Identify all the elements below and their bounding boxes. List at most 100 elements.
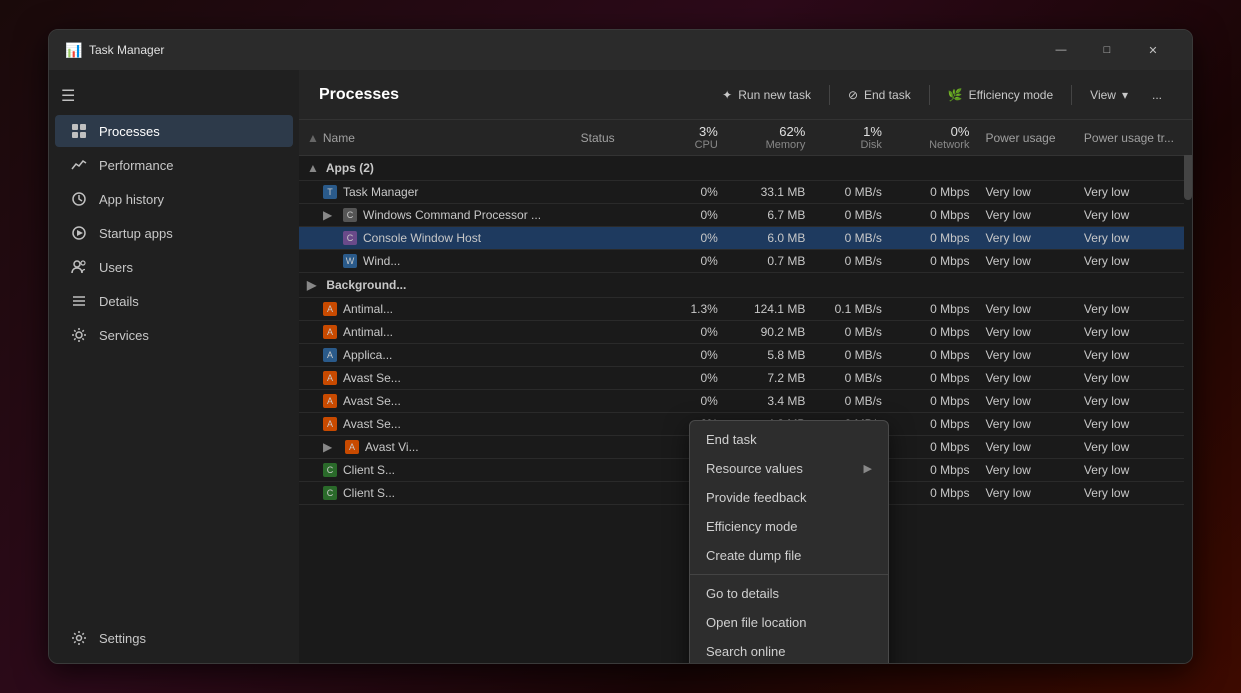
table-row[interactable]: A Antimal... 0% 90.2 MB 0 MB/s 0 Mbps Ve… bbox=[299, 321, 1192, 344]
ctx-efficiency-mode[interactable]: Efficiency mode bbox=[690, 512, 888, 541]
toolbar-separator bbox=[829, 85, 830, 105]
view-button[interactable]: View ▾ bbox=[1080, 83, 1138, 107]
process-icon: C bbox=[343, 231, 357, 245]
toolbar: Processes ✦ Run new task ⊘ End task 🌿 Ef… bbox=[299, 70, 1192, 120]
ctx-resource-values[interactable]: Resource values ▶ bbox=[690, 454, 888, 483]
sidebar-item-startup-apps[interactable]: Startup apps bbox=[55, 217, 293, 249]
expand-icon[interactable]: ▶ bbox=[323, 208, 335, 222]
scrollbar-track bbox=[1184, 120, 1192, 663]
sidebar-item-label: Processes bbox=[99, 124, 160, 139]
minimize-button[interactable]: — bbox=[1038, 34, 1084, 66]
process-icon: C bbox=[343, 208, 357, 222]
process-icon: A bbox=[323, 394, 337, 408]
process-icon: C bbox=[323, 486, 337, 500]
window-title: Task Manager bbox=[89, 43, 1038, 57]
settings-icon bbox=[71, 630, 87, 646]
ctx-search-online[interactable]: Search online bbox=[690, 637, 888, 663]
process-name-cell: T Task Manager bbox=[299, 181, 573, 204]
sidebar-item-label: Details bbox=[99, 294, 139, 309]
processes-icon bbox=[71, 123, 87, 139]
col-disk-header[interactable]: 1% Disk bbox=[813, 120, 890, 156]
process-icon: A bbox=[323, 417, 337, 431]
process-icon: A bbox=[323, 371, 337, 385]
apps-group-header: ▲ Apps (2) bbox=[299, 156, 1192, 181]
sidebar-item-label: App history bbox=[99, 192, 164, 207]
table-header: ▲ Name Status 3% CPU bbox=[299, 120, 1192, 156]
end-task-button[interactable]: ⊘ End task bbox=[838, 83, 921, 107]
page-title: Processes bbox=[319, 86, 708, 104]
efficiency-icon: 🌿 bbox=[948, 88, 963, 102]
sidebar-item-users[interactable]: Users bbox=[55, 251, 293, 283]
process-icon: A bbox=[323, 302, 337, 316]
toolbar-separator-2 bbox=[929, 85, 930, 105]
task-manager-window: 📊 Task Manager — □ ✕ ☰ Processes bbox=[48, 29, 1193, 664]
main-content: ☰ Processes Performance App history bbox=[49, 70, 1192, 663]
table-row[interactable]: A Applica... 0% 5.8 MB 0 MB/s 0 Mbps Ver… bbox=[299, 344, 1192, 367]
process-icon: T bbox=[323, 185, 337, 199]
process-icon: W bbox=[343, 254, 357, 268]
sidebar-item-services[interactable]: Services bbox=[55, 319, 293, 351]
background-group-header: ▶ Background... bbox=[299, 273, 1192, 298]
run-new-task-button[interactable]: ✦ Run new task bbox=[712, 83, 821, 107]
sidebar-item-performance[interactable]: Performance bbox=[55, 149, 293, 181]
services-icon bbox=[71, 327, 87, 343]
table-row[interactable]: A Avast Se... 0% 3.4 MB 0 MB/s 0 Mbps Ve… bbox=[299, 390, 1192, 413]
ctx-go-to-details[interactable]: Go to details bbox=[690, 579, 888, 608]
apps-expand-button[interactable]: ▲ bbox=[307, 161, 319, 175]
performance-icon bbox=[71, 157, 87, 173]
users-icon bbox=[71, 259, 87, 275]
table-row[interactable]: A Antimal... 1.3% 124.1 MB 0.1 MB/s 0 Mb… bbox=[299, 298, 1192, 321]
titlebar-controls: — □ ✕ bbox=[1038, 34, 1176, 66]
table-row[interactable]: ▶ C Windows Command Processor ... 0% 6.7… bbox=[299, 204, 1192, 227]
col-memory-header[interactable]: 62% Memory bbox=[726, 120, 814, 156]
ctx-open-file-location[interactable]: Open file location bbox=[690, 608, 888, 637]
titlebar: 📊 Task Manager — □ ✕ bbox=[49, 30, 1192, 70]
table-row[interactable]: A Avast Se... 0% 7.2 MB 0 MB/s 0 Mbps Ve… bbox=[299, 367, 1192, 390]
view-chevron-icon: ▾ bbox=[1122, 88, 1128, 102]
submenu-arrow-icon: ▶ bbox=[864, 462, 872, 475]
background-expand-button[interactable]: ▶ bbox=[307, 278, 319, 292]
hamburger-icon: ☰ bbox=[61, 88, 75, 105]
col-power-trend-header[interactable]: Power usage tr... bbox=[1076, 120, 1192, 156]
process-icon: A bbox=[323, 325, 337, 339]
sidebar-item-details[interactable]: Details bbox=[55, 285, 293, 317]
table-row[interactable]: T Task Manager 0% 33.1 MB 0 MB/s 0 Mbps … bbox=[299, 181, 1192, 204]
sidebar-item-settings[interactable]: Settings bbox=[55, 622, 293, 654]
context-menu-separator bbox=[690, 574, 888, 575]
col-power-header[interactable]: Power usage bbox=[977, 120, 1075, 156]
sidebar-item-app-history[interactable]: App history bbox=[55, 183, 293, 215]
col-cpu-header[interactable]: 3% CPU bbox=[649, 120, 726, 156]
expand-icon[interactable]: ▶ bbox=[323, 440, 335, 454]
toolbar-separator-3 bbox=[1071, 85, 1072, 105]
more-options-button[interactable]: ... bbox=[1142, 83, 1172, 107]
ctx-provide-feedback[interactable]: Provide feedback bbox=[690, 483, 888, 512]
details-icon bbox=[71, 293, 87, 309]
context-menu: End task Resource values ▶ Provide feedb… bbox=[689, 420, 889, 663]
end-task-icon: ⊘ bbox=[848, 88, 858, 102]
process-icon: A bbox=[323, 348, 337, 362]
col-network-header[interactable]: 0% Network bbox=[890, 120, 978, 156]
sidebar-menu-button[interactable]: ☰ bbox=[49, 78, 299, 114]
table-row[interactable]: C Console Window Host 0% 6.0 MB 0 MB/s 0… bbox=[299, 227, 1192, 250]
sidebar-item-label: Users bbox=[99, 260, 133, 275]
process-table-container: ▲ Name Status 3% CPU bbox=[299, 120, 1192, 663]
sidebar-item-label: Settings bbox=[99, 631, 146, 646]
run-task-icon: ✦ bbox=[722, 88, 732, 102]
content-area: Processes ✦ Run new task ⊘ End task 🌿 Ef… bbox=[299, 70, 1192, 663]
sidebar: ☰ Processes Performance App history bbox=[49, 70, 299, 663]
col-status-header[interactable]: Status bbox=[573, 120, 650, 156]
app-icon: 📊 bbox=[65, 42, 81, 58]
process-icon: C bbox=[323, 463, 337, 477]
close-button[interactable]: ✕ bbox=[1130, 34, 1176, 66]
efficiency-mode-button[interactable]: 🌿 Efficiency mode bbox=[938, 83, 1063, 107]
table-row[interactable]: W Wind... 0% 0.7 MB 0 MB/s 0 Mbps Very l… bbox=[299, 250, 1192, 273]
sidebar-item-label: Services bbox=[99, 328, 149, 343]
sidebar-item-processes[interactable]: Processes bbox=[55, 115, 293, 147]
sidebar-item-label: Performance bbox=[99, 158, 173, 173]
ctx-create-dump-file[interactable]: Create dump file bbox=[690, 541, 888, 570]
ctx-end-task[interactable]: End task bbox=[690, 425, 888, 454]
process-icon: A bbox=[345, 440, 359, 454]
maximize-button[interactable]: □ bbox=[1084, 34, 1130, 66]
col-name-header[interactable]: ▲ Name bbox=[299, 120, 573, 156]
sort-arrow-icon: ▲ bbox=[307, 131, 319, 145]
